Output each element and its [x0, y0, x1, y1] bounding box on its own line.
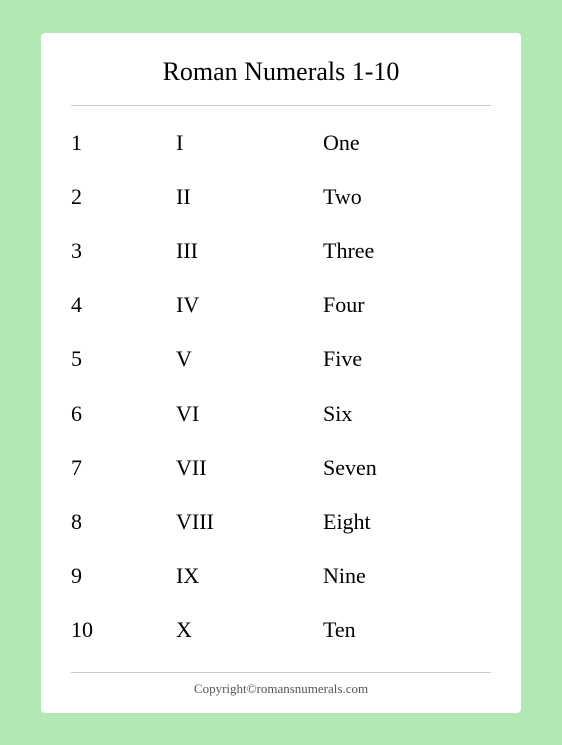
cell-number: 2: [71, 170, 176, 224]
cell-word: Four: [323, 278, 491, 332]
cell-word: Six: [323, 386, 491, 440]
cell-word: One: [323, 116, 491, 170]
cell-word: Seven: [323, 441, 491, 495]
cell-number: 4: [71, 278, 176, 332]
cell-word: Three: [323, 224, 491, 278]
cell-roman: IX: [176, 549, 323, 603]
cell-roman: III: [176, 224, 323, 278]
top-divider: [71, 105, 491, 106]
cell-word: Nine: [323, 549, 491, 603]
cell-roman: V: [176, 332, 323, 386]
table-row: 1IOne: [71, 116, 491, 170]
cell-roman: VI: [176, 386, 323, 440]
cell-roman: X: [176, 603, 323, 657]
table-row: 8VIIIEight: [71, 495, 491, 549]
cell-word: Two: [323, 170, 491, 224]
cell-roman: II: [176, 170, 323, 224]
table-row: 9IXNine: [71, 549, 491, 603]
cell-word: Five: [323, 332, 491, 386]
footer-copyright: Copyright©romansnumerals.com: [71, 672, 491, 697]
table-row: 5VFive: [71, 332, 491, 386]
numerals-table: 1IOne2IITwo3IIIThree4IVFour5VFive6VISix7…: [71, 116, 491, 658]
cell-number: 1: [71, 116, 176, 170]
cell-roman: I: [176, 116, 323, 170]
cell-number: 9: [71, 549, 176, 603]
page-title: Roman Numerals 1-10: [71, 57, 491, 87]
cell-number: 6: [71, 386, 176, 440]
table-row: 3IIIThree: [71, 224, 491, 278]
cell-number: 10: [71, 603, 176, 657]
cell-number: 3: [71, 224, 176, 278]
cell-number: 5: [71, 332, 176, 386]
cell-word: Eight: [323, 495, 491, 549]
table-row: 7VIISeven: [71, 441, 491, 495]
table-row: 6VISix: [71, 386, 491, 440]
cell-roman: VII: [176, 441, 323, 495]
cell-number: 7: [71, 441, 176, 495]
cell-number: 8: [71, 495, 176, 549]
cell-roman: IV: [176, 278, 323, 332]
cell-roman: VIII: [176, 495, 323, 549]
table-row: 2IITwo: [71, 170, 491, 224]
table-row: 4IVFour: [71, 278, 491, 332]
cell-word: Ten: [323, 603, 491, 657]
main-card: Roman Numerals 1-10 1IOne2IITwo3IIIThree…: [41, 33, 521, 713]
table-row: 10XTen: [71, 603, 491, 657]
